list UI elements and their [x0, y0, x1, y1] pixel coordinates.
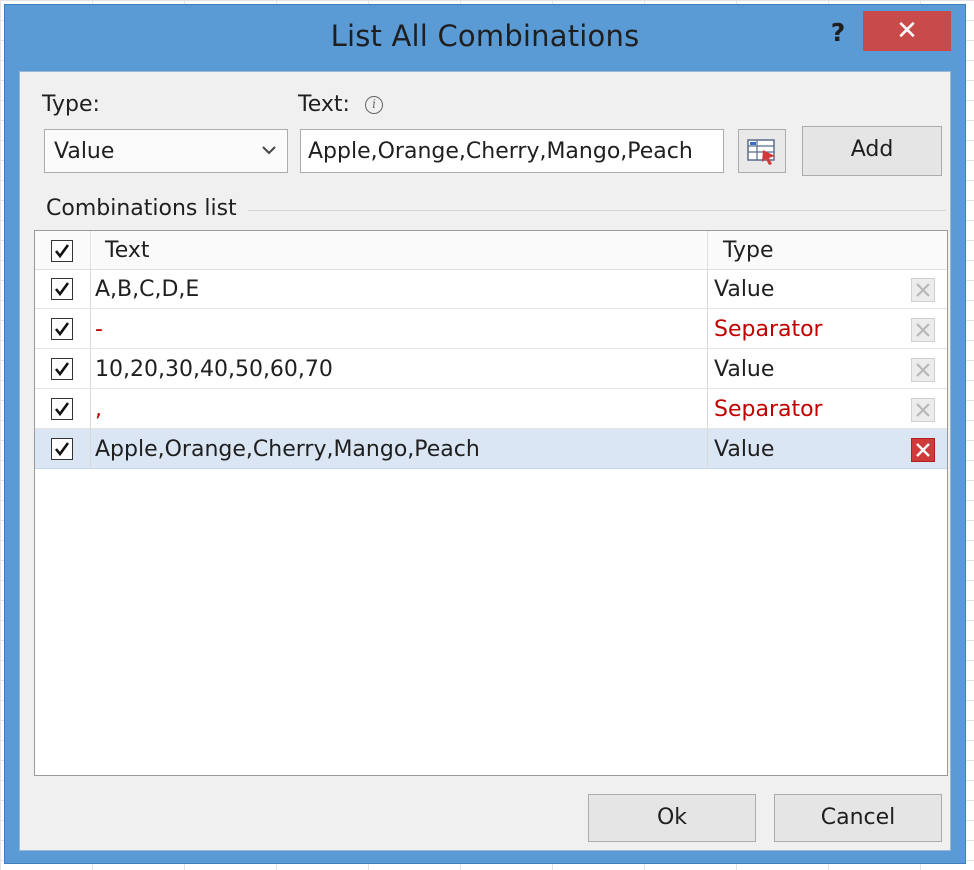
table-row[interactable]: , Separator — [35, 389, 947, 429]
cell-divider — [90, 309, 91, 348]
table-header: Text Type — [35, 231, 947, 270]
cell-divider — [707, 429, 708, 468]
checkmark-icon — [54, 282, 70, 297]
row-checkbox[interactable] — [51, 398, 73, 420]
select-all-checkbox[interactable] — [51, 240, 73, 262]
delete-row-button[interactable] — [911, 358, 935, 382]
cell-divider — [707, 269, 708, 308]
checkmark-icon — [54, 402, 70, 417]
row-text: - — [95, 317, 103, 342]
cell-divider — [90, 389, 91, 428]
chevron-down-icon — [262, 146, 276, 155]
text-input[interactable] — [300, 129, 724, 173]
column-header-text[interactable]: Text — [105, 238, 150, 263]
header-divider — [90, 231, 91, 269]
dialog-body: Type: Text: i Value Add Combinations lis… — [19, 71, 951, 851]
row-type: Value — [714, 437, 775, 462]
delete-row-button[interactable] — [911, 278, 935, 302]
row-type: Value — [714, 357, 775, 382]
cell-divider — [90, 269, 91, 308]
type-label: Type: — [42, 92, 100, 117]
table-row[interactable]: - Separator — [35, 309, 947, 349]
text-label: Text: — [298, 92, 350, 117]
title-bar: List All Combinations ? ✕ — [5, 5, 965, 71]
cell-divider — [707, 309, 708, 348]
checkmark-icon — [54, 322, 70, 337]
row-checkbox[interactable] — [51, 278, 73, 300]
row-checkbox[interactable] — [51, 318, 73, 340]
cell-divider — [707, 349, 708, 388]
cancel-button[interactable]: Cancel — [774, 794, 942, 842]
delete-x-icon — [916, 283, 930, 297]
type-dropdown[interactable]: Value — [44, 129, 288, 173]
group-divider — [248, 210, 946, 211]
delete-row-button[interactable] — [911, 438, 935, 462]
combinations-group-title: Combinations list — [46, 196, 237, 221]
cell-divider — [90, 349, 91, 388]
range-select-button[interactable] — [738, 129, 786, 173]
row-text: A,B,C,D,E — [95, 277, 200, 302]
delete-row-button[interactable] — [911, 398, 935, 422]
checkmark-icon — [54, 362, 70, 377]
table-row-selected[interactable]: Apple,Orange,Cherry,Mango,Peach Value — [35, 429, 947, 469]
row-type: Separator — [714, 397, 823, 422]
close-button[interactable]: ✕ — [863, 11, 951, 51]
ok-button[interactable]: Ok — [588, 794, 756, 842]
cell-divider — [90, 429, 91, 468]
add-button[interactable]: Add — [802, 126, 942, 176]
info-icon[interactable]: i — [365, 96, 383, 114]
delete-x-icon — [916, 323, 930, 337]
delete-x-icon — [916, 403, 930, 417]
table-row[interactable]: A,B,C,D,E Value — [35, 269, 947, 309]
type-dropdown-value: Value — [54, 139, 115, 164]
checkmark-icon — [54, 442, 70, 457]
delete-row-button[interactable] — [911, 318, 935, 342]
row-type: Separator — [714, 317, 823, 342]
table-row[interactable]: 10,20,30,40,50,60,70 Value — [35, 349, 947, 389]
row-text: 10,20,30,40,50,60,70 — [95, 357, 333, 382]
header-divider — [707, 231, 708, 269]
checkmark-icon — [54, 244, 70, 259]
combinations-table: Text Type A,B,C,D,E Value - Separator 10… — [34, 230, 948, 776]
row-checkbox[interactable] — [51, 438, 73, 460]
range-select-icon — [747, 139, 775, 165]
cell-divider — [707, 389, 708, 428]
row-text: Apple,Orange,Cherry,Mango,Peach — [95, 437, 480, 462]
dialog-window: List All Combinations ? ✕ Type: Text: i … — [4, 4, 966, 864]
row-type: Value — [714, 277, 775, 302]
delete-x-icon — [916, 443, 930, 457]
row-checkbox[interactable] — [51, 358, 73, 380]
dialog-title: List All Combinations — [330, 19, 640, 53]
delete-x-icon — [916, 363, 930, 377]
help-button[interactable]: ? — [823, 15, 853, 51]
row-text: , — [95, 397, 102, 422]
column-header-type[interactable]: Type — [723, 238, 774, 263]
